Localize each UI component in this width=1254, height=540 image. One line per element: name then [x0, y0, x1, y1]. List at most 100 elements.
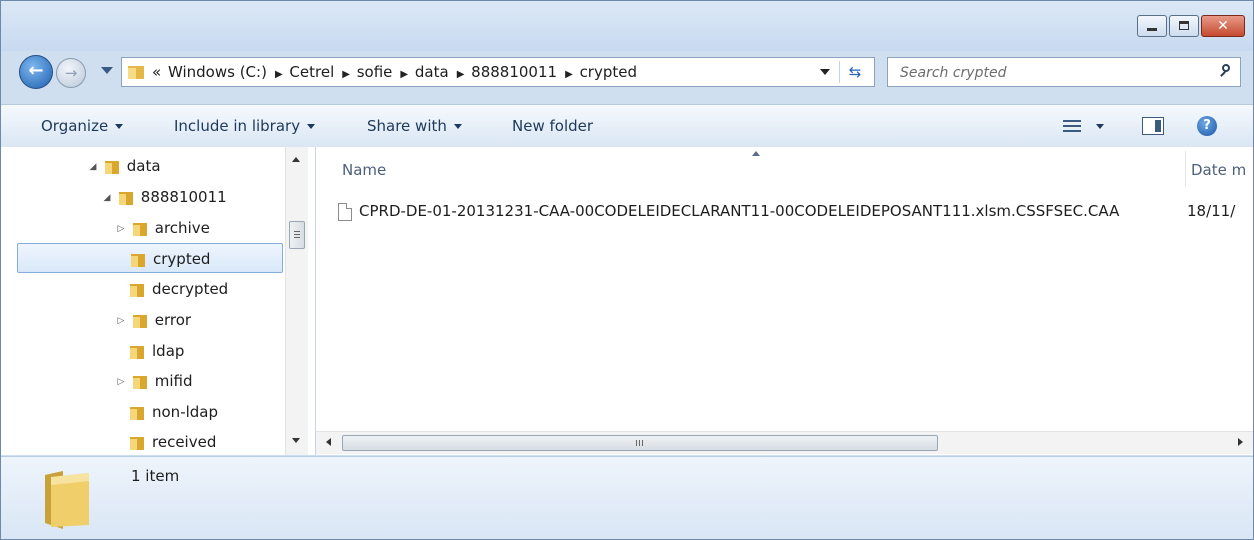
navigation-pane: ◢ data ◢ 888810011 ▷ archive crypted dec… [1, 147, 316, 455]
tree-item-label: received [152, 433, 217, 451]
breadcrumb-separator-icon[interactable]: ▶ [342, 69, 350, 80]
breadcrumb-overflow[interactable]: « [152, 63, 161, 81]
file-row[interactable]: CPRD-DE-01-20131231-CAA-00CODELEIDECLARA… [338, 197, 1119, 225]
folder-icon [132, 314, 147, 328]
breadcrumb-item-drive[interactable]: Windows (C:) [168, 63, 267, 81]
close-button[interactable]: ✕ [1201, 15, 1245, 37]
back-button[interactable]: ← [19, 55, 53, 89]
back-arrow-icon: ← [28, 60, 44, 81]
minimize-button[interactable] [1137, 15, 1167, 37]
tree-item-label: decrypted [152, 280, 229, 298]
share-with-button[interactable]: Share with [367, 105, 462, 147]
change-view-icon[interactable] [1063, 118, 1081, 134]
navigation-bar: ← → « Windows (C:) ▶ Cetrel ▶ sofie ▶ data ▶… [1, 51, 1253, 95]
folder-icon [45, 471, 89, 529]
maximize-icon [1179, 21, 1189, 30]
tree-item-label: archive [154, 219, 210, 237]
tree-item-label: crypted [153, 250, 211, 268]
column-header-name[interactable]: Name [342, 161, 386, 179]
tree-item-ldap[interactable]: ldap [129, 336, 184, 366]
breadcrumb-separator-icon[interactable]: ▶ [565, 69, 573, 80]
breadcrumb-item-cetrel[interactable]: Cetrel [289, 63, 334, 81]
forward-button[interactable]: → [56, 58, 86, 88]
share-with-label: Share with [367, 117, 447, 135]
details-pane: 1 item [1, 456, 1253, 539]
preview-pane-icon[interactable] [1142, 117, 1164, 135]
chevron-down-icon [115, 124, 124, 129]
refresh-button[interactable]: ⇆ [839, 61, 870, 83]
organize-button[interactable]: Organize [41, 105, 124, 147]
close-icon: ✕ [1217, 18, 1229, 34]
tree-item-label: ldap [152, 342, 185, 360]
folder-icon [128, 66, 144, 79]
command-bar: Organize Include in library Share with N… [1, 104, 1253, 148]
column-divider[interactable] [1185, 151, 1186, 187]
view-options-dropdown-icon[interactable] [1096, 124, 1104, 129]
address-bar[interactable]: « Windows (C:) ▶ Cetrel ▶ sofie ▶ data ▶ 888… [121, 57, 875, 87]
scroll-down-icon[interactable] [292, 438, 300, 443]
folder-icon [132, 222, 147, 236]
tree-item-mifid[interactable]: ▷ mifid [115, 366, 193, 396]
breadcrumb-item-888810011[interactable]: 888810011 [471, 63, 557, 81]
expand-arrow-icon[interactable]: ▷ [115, 306, 127, 336]
sort-ascending-icon [752, 151, 760, 156]
file-list-horizontal-scrollbar[interactable] [316, 431, 1253, 454]
tree-item-data[interactable]: ◢ data [87, 151, 161, 181]
scroll-up-icon[interactable] [292, 157, 300, 162]
new-folder-label: New folder [512, 117, 594, 135]
breadcrumb-item-crypted[interactable]: crypted [580, 63, 637, 81]
tree-item-received[interactable]: received [129, 427, 216, 457]
forward-arrow-icon: → [64, 64, 78, 82]
file-name: CPRD-DE-01-20131231-CAA-00CODELEIDECLARA… [359, 202, 1120, 220]
breadcrumb-separator-icon[interactable]: ▶ [275, 69, 283, 80]
folder-icon [130, 283, 144, 297]
folder-icon [130, 345, 144, 359]
collapse-arrow-icon[interactable]: ◢ [101, 183, 113, 213]
scroll-left-icon[interactable] [326, 438, 331, 446]
tree-item-label: mifid [154, 372, 193, 390]
navigation-pane-scrollbar[interactable] [285, 147, 308, 455]
scrollbar-thumb[interactable] [289, 221, 305, 249]
recent-pages-dropdown[interactable] [101, 67, 113, 74]
search-input[interactable] [888, 58, 1220, 88]
organize-label: Organize [41, 117, 109, 135]
include-in-library-button[interactable]: Include in library [174, 105, 316, 147]
tree-item-non-ldap[interactable]: non-ldap [129, 397, 218, 427]
tree-item-label: 888810011 [140, 188, 227, 206]
collapse-arrow-icon[interactable]: ◢ [87, 152, 99, 182]
chevron-down-icon [453, 124, 462, 129]
breadcrumb-item-sofie[interactable]: sofie [357, 63, 393, 81]
tree-item-archive[interactable]: ▷ archive [115, 213, 210, 243]
tree-item-label: error [154, 311, 192, 329]
minimize-icon [1147, 28, 1157, 31]
maximize-button[interactable] [1169, 15, 1199, 37]
breadcrumb-separator-icon[interactable]: ▶ [457, 69, 465, 80]
expand-arrow-icon[interactable]: ▷ [115, 214, 127, 244]
file-date-modified: 18/11/ [1187, 202, 1236, 220]
file-icon [338, 202, 352, 221]
help-button[interactable]: ? [1197, 116, 1217, 136]
breadcrumb-item-data[interactable]: data [415, 63, 449, 81]
folder-icon [130, 406, 144, 420]
scrollbar-thumb[interactable] [342, 435, 938, 451]
tree-item-decrypted[interactable]: decrypted [129, 274, 228, 304]
explorer-window: ✕ ← → « Windows (C:) ▶ Cetrel ▶ sofie ▶ dat… [0, 0, 1254, 540]
tree-item-crypted[interactable]: crypted [17, 243, 283, 273]
title-bar[interactable]: ✕ [1, 1, 1253, 51]
breadcrumb-separator-icon[interactable]: ▶ [400, 69, 408, 80]
expand-arrow-icon[interactable]: ▷ [115, 367, 127, 397]
address-history-dropdown-icon[interactable] [820, 69, 830, 75]
tree-item-888810011[interactable]: ◢ 888810011 [101, 182, 227, 212]
new-folder-button[interactable]: New folder [512, 105, 593, 147]
folder-icon [104, 160, 119, 174]
column-headers: Name Date m [316, 147, 1253, 191]
tree-item-label: non-ldap [152, 403, 219, 421]
include-in-library-label: Include in library [174, 117, 301, 135]
item-count: 1 item [131, 467, 180, 485]
search-icon[interactable] [1220, 64, 1232, 76]
column-header-date-modified[interactable]: Date m [1191, 161, 1246, 179]
scroll-right-icon[interactable] [1238, 438, 1243, 446]
refresh-icon: ⇆ [848, 63, 862, 81]
chevron-down-icon [307, 124, 316, 129]
tree-item-error[interactable]: ▷ error [115, 305, 192, 336]
